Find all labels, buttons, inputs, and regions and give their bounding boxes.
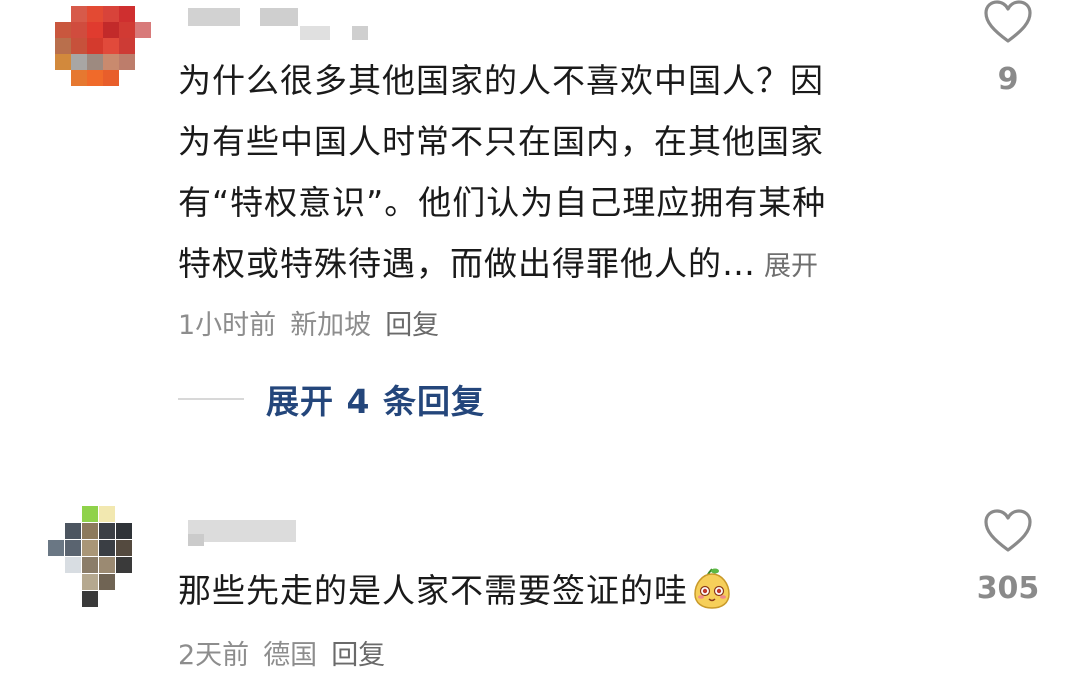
comment-time: 1小时前 [178, 310, 277, 341]
comment-line: 那些先走的是人家不需要签证的哇 [178, 571, 688, 610]
comment-line: 有“特权意识”。他们认为自己理应拥有某种 [178, 183, 827, 222]
username-redacted[interactable] [260, 8, 298, 26]
comment-location: 新加坡 [290, 310, 372, 341]
username-redacted[interactable] [300, 26, 330, 40]
comment-line: 为有些中国人时常不只在国内，在其他国家 [178, 122, 824, 161]
comment-text: 那些先走的是人家不需要签证的哇 [178, 560, 938, 621]
username-redacted[interactable] [188, 8, 240, 26]
comment-text: 为什么很多其他国家的人不喜欢中国人？因 为有些中国人时常不只在国内，在其他国家 … [178, 50, 938, 297]
reply-button[interactable]: 回复 [331, 633, 385, 672]
comment-line: 特权或特殊待遇，而做出得罪他人的… 展开 [178, 233, 938, 297]
username-redacted[interactable] [188, 534, 204, 546]
avatar[interactable] [48, 506, 149, 607]
like-count: 9 [997, 62, 1019, 97]
username-redacted[interactable] [352, 26, 368, 40]
divider [178, 398, 244, 400]
expand-text-button[interactable]: 展开 [764, 251, 818, 282]
smiling-pear-emoji [694, 568, 730, 609]
comment-location: 德国 [263, 640, 318, 671]
expand-replies-label: 展开 4 条回复 [266, 382, 485, 421]
comment-time: 2天前 [178, 640, 250, 671]
comment-meta: 1小时前 新加坡 回复 [178, 303, 439, 342]
comment-line: 为什么很多其他国家的人不喜欢中国人？因 [178, 61, 824, 100]
comment-line-text: 特权或特殊待遇，而做出得罪他人的… [178, 244, 756, 283]
like-count: 305 [976, 571, 1040, 606]
comment-meta: 2天前 德国 回复 [178, 633, 385, 672]
username-redacted[interactable] [188, 520, 296, 542]
avatar[interactable] [55, 6, 151, 102]
heart-icon[interactable] [983, 509, 1033, 553]
expand-replies-button[interactable]: 展开 4 条回复 [178, 375, 485, 423]
heart-icon[interactable] [983, 0, 1033, 44]
reply-button[interactable]: 回复 [385, 303, 439, 342]
